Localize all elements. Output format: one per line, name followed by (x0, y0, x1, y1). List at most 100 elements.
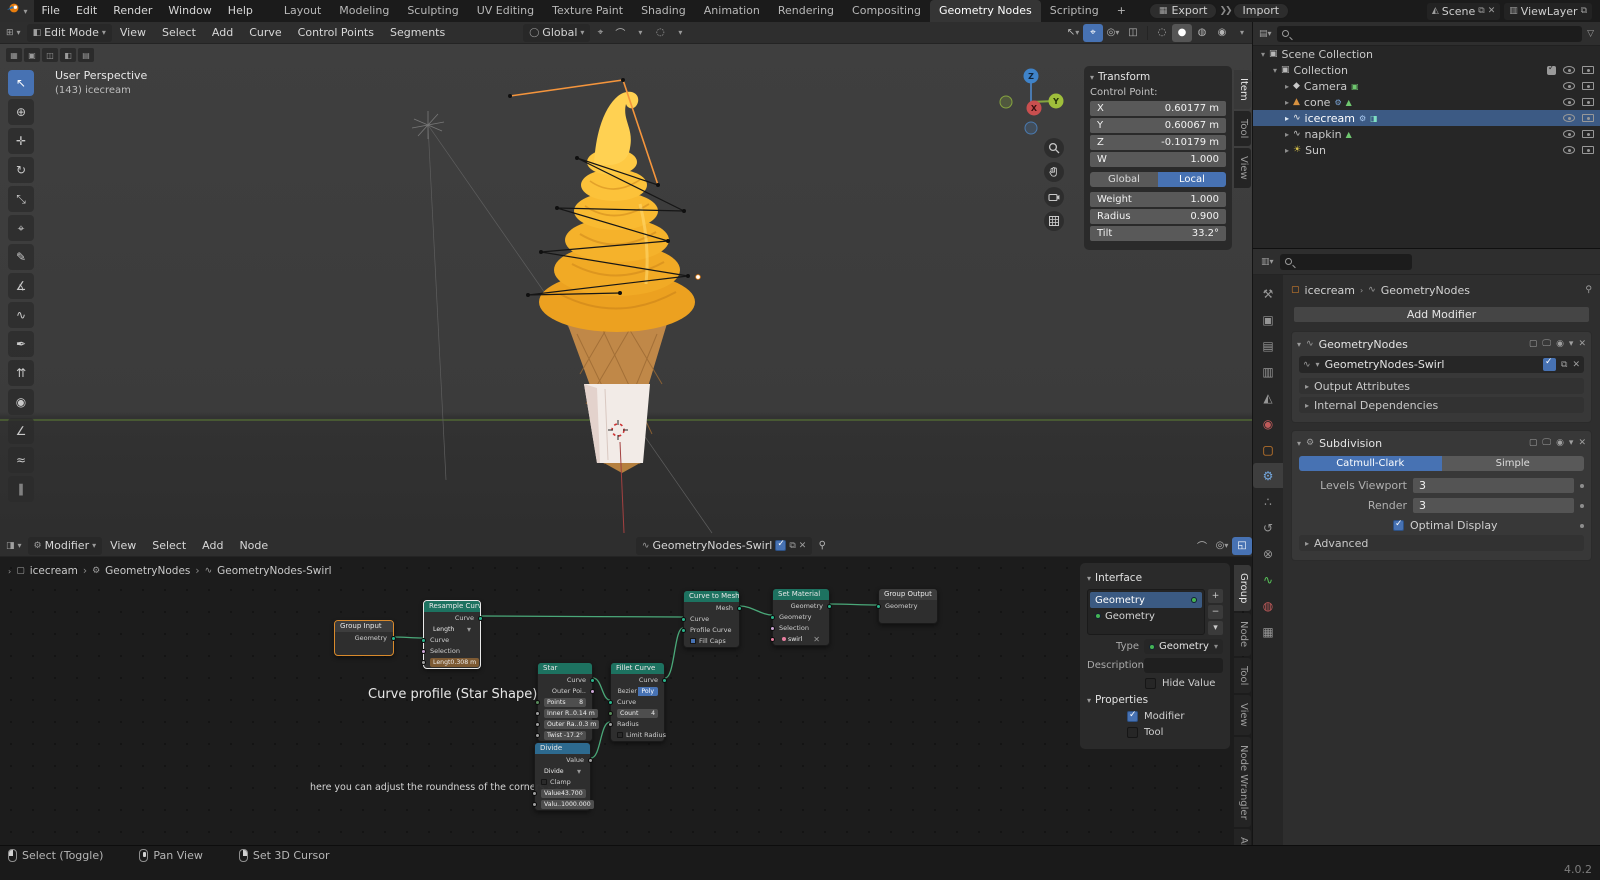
node-curve-to-mesh[interactable]: Curve to Mesh Mesh Curve Profile Curve F… (681, 590, 742, 648)
tab-tool[interactable]: Tool (1234, 110, 1251, 147)
tab-texture[interactable]: ▦ (1253, 619, 1283, 644)
node-set-material[interactable]: Set Material Geometry Geometry Selection… (770, 588, 832, 646)
node-menu-select[interactable]: Select (144, 535, 194, 557)
workspace-tab-sculpting[interactable]: Sculpting (398, 0, 467, 22)
node-header[interactable]: Set Material (773, 589, 829, 600)
snap-magnet-icon[interactable]: ⌒ (1192, 537, 1212, 555)
tab-tool[interactable]: ⚒ (1253, 281, 1283, 306)
outliner-row-napkin[interactable]: ▸ ∿ napkin ▲ (1253, 126, 1600, 142)
node-header[interactable]: Fillet Curve (611, 663, 664, 674)
snap-settings-dropdown[interactable]: ▾ (630, 24, 650, 42)
value1-input-socket[interactable] (532, 790, 537, 796)
node-header[interactable]: Group Input (335, 621, 393, 632)
node-group-input[interactable]: Group Input Geometry (334, 620, 396, 656)
tool-scale[interactable]: ⤡ (8, 186, 34, 212)
render-toggle-icon[interactable]: ◉ (1556, 339, 1564, 349)
tool-transform[interactable]: ⌖ (8, 215, 34, 241)
tool-measure[interactable]: ∡ (8, 273, 34, 299)
node-menu-add[interactable]: Add (194, 535, 231, 557)
curve-input-socket[interactable] (421, 637, 426, 643)
fill-caps-checkbox[interactable] (690, 638, 696, 644)
local-space-button[interactable]: Local (1158, 172, 1226, 187)
value1-field[interactable]: Value 43.700 (541, 788, 586, 798)
tab-view-layer[interactable]: ▥ (1253, 359, 1283, 384)
mode-toggle-3-icon[interactable]: ◧ (60, 48, 76, 62)
hide-eye-icon[interactable] (1563, 66, 1575, 74)
pin-icon[interactable]: ⚲ (812, 537, 832, 555)
material-input-socket[interactable] (770, 636, 775, 642)
node-menu-node[interactable]: Node (231, 535, 276, 557)
curve-output-socket[interactable] (662, 677, 667, 683)
modifier-header[interactable]: ▾ ∿ GeometryNodes ▢ 🖵 ◉ ▾ ✕ (1297, 335, 1586, 353)
outliner-search-input[interactable] (1276, 25, 1583, 42)
unlink-icon[interactable]: ✕ (1572, 360, 1580, 370)
radius-field[interactable]: Radius 0.900 (1090, 209, 1226, 224)
transform-panel-title[interactable]: ▾ Transform (1090, 71, 1226, 83)
snap-magnet-icon[interactable]: ⌒ (610, 24, 630, 42)
proportional-settings-dropdown[interactable]: ▾ (670, 24, 690, 42)
workspace-tab-shading[interactable]: Shading (632, 0, 695, 22)
outliner-row-scene-collection[interactable]: ▾ ▣ Scene Collection (1253, 46, 1600, 62)
workspace-tab-compositing[interactable]: Compositing (843, 0, 930, 22)
node-tree-selector[interactable]: ∿ GeometryNodes-Swirl ⧉ ✕ (635, 536, 813, 555)
copy-icon[interactable]: ⧉ (1581, 6, 1587, 16)
animate-dot-icon[interactable] (1580, 503, 1584, 508)
proportional-editing-icon[interactable]: ◌ (650, 24, 670, 42)
tab-constraints[interactable]: ⊗ (1253, 541, 1283, 566)
tool-cursor[interactable]: ⊕ (8, 99, 34, 125)
value-output-socket[interactable] (588, 757, 593, 763)
tilt-field[interactable]: Tilt 33.2° (1090, 226, 1226, 241)
workspace-tab-layout[interactable]: Layout (275, 0, 330, 22)
shading-wireframe-button[interactable]: ◌ (1152, 24, 1172, 42)
export-button[interactable]: ▦ Export (1148, 3, 1218, 19)
transform-z-field[interactable]: Z -0.10179 m (1090, 135, 1226, 150)
node-menu-view[interactable]: View (102, 535, 144, 557)
length-field[interactable]: Lengt 0.308 m (430, 657, 480, 667)
add-modifier-button[interactable]: Add Modifier (1293, 306, 1590, 323)
pan-button[interactable] (1044, 162, 1064, 182)
tab-item[interactable]: Item (1234, 70, 1251, 109)
inner-radius-field[interactable]: Inner R.. 0.14 m (544, 708, 598, 718)
length-input-socket[interactable] (421, 659, 426, 665)
inner-radius-input-socket[interactable] (535, 710, 540, 716)
expand-caret-icon[interactable]: ▾ (1269, 66, 1281, 75)
expand-caret-icon[interactable]: ▸ (1281, 82, 1293, 91)
limit-radius-checkbox[interactable] (617, 732, 623, 738)
overlays-icon[interactable]: ◎ ▾ (1212, 537, 1232, 555)
expand-caret-icon[interactable]: ▸ (1281, 114, 1293, 123)
node-resample-curve[interactable]: Resample Curve Curve Length▾ Curve Selec… (421, 600, 483, 669)
extras-menu-icon[interactable]: ▾ (1569, 438, 1574, 448)
scene-selector[interactable]: ◭ Scene ⧉ ✕ (1426, 2, 1501, 20)
tool-tilt[interactable]: ∠ (8, 418, 34, 444)
tool-rotate[interactable]: ↻ (8, 157, 34, 183)
internal-dependencies-subpanel[interactable]: ▸ Internal Dependencies (1299, 397, 1584, 413)
hide-eye-icon[interactable] (1563, 146, 1575, 154)
workspace-tab-geometry-nodes[interactable]: Geometry Nodes (929, 0, 1041, 22)
advanced-subpanel[interactable]: ▸ Advanced (1299, 535, 1584, 551)
zoom-button[interactable] (1044, 138, 1064, 158)
outer-points-output-socket[interactable] (590, 688, 595, 694)
properties-editor-icon[interactable]: ▥▾ (1261, 257, 1274, 267)
modifier-header[interactable]: ▾ ⚙ Subdivision ▢ 🖵 ◉ ▾ ✕ (1297, 434, 1586, 452)
radius-input-socket[interactable] (608, 721, 613, 727)
realtime-toggle-icon[interactable]: 🖵 (1542, 438, 1551, 448)
camera-view-button[interactable] (1044, 187, 1064, 207)
extras-menu-icon[interactable]: ▾ (1569, 339, 1574, 349)
menu-render[interactable]: Render (105, 0, 160, 22)
expand-caret-icon[interactable]: ▾ (1257, 50, 1269, 59)
realtime-toggle-icon[interactable]: 🖵 (1542, 339, 1551, 349)
shading-dropdown[interactable]: ▾ (1232, 24, 1252, 42)
render-visibility-icon[interactable] (1582, 66, 1594, 74)
selectability-dropdown[interactable]: ↖ ▾ (1063, 24, 1083, 42)
count-input-socket[interactable] (608, 710, 613, 716)
levels-viewport-field[interactable]: 3 (1413, 478, 1574, 493)
fake-user-toggle[interactable] (775, 539, 787, 551)
tab-particles[interactable]: ∴ (1253, 489, 1283, 514)
expand-caret-icon[interactable]: ▸ (1281, 146, 1293, 155)
viewlayer-selector[interactable]: ▥ ViewLayer ⧉ (1504, 2, 1592, 20)
workspace-tab-animation[interactable]: Animation (695, 0, 769, 22)
render-visibility-icon[interactable] (1582, 146, 1594, 154)
geometry-output-socket[interactable] (391, 635, 396, 641)
pivot-point-button[interactable]: ⌖ (590, 24, 610, 42)
tool-move[interactable]: ✛ (8, 128, 34, 154)
